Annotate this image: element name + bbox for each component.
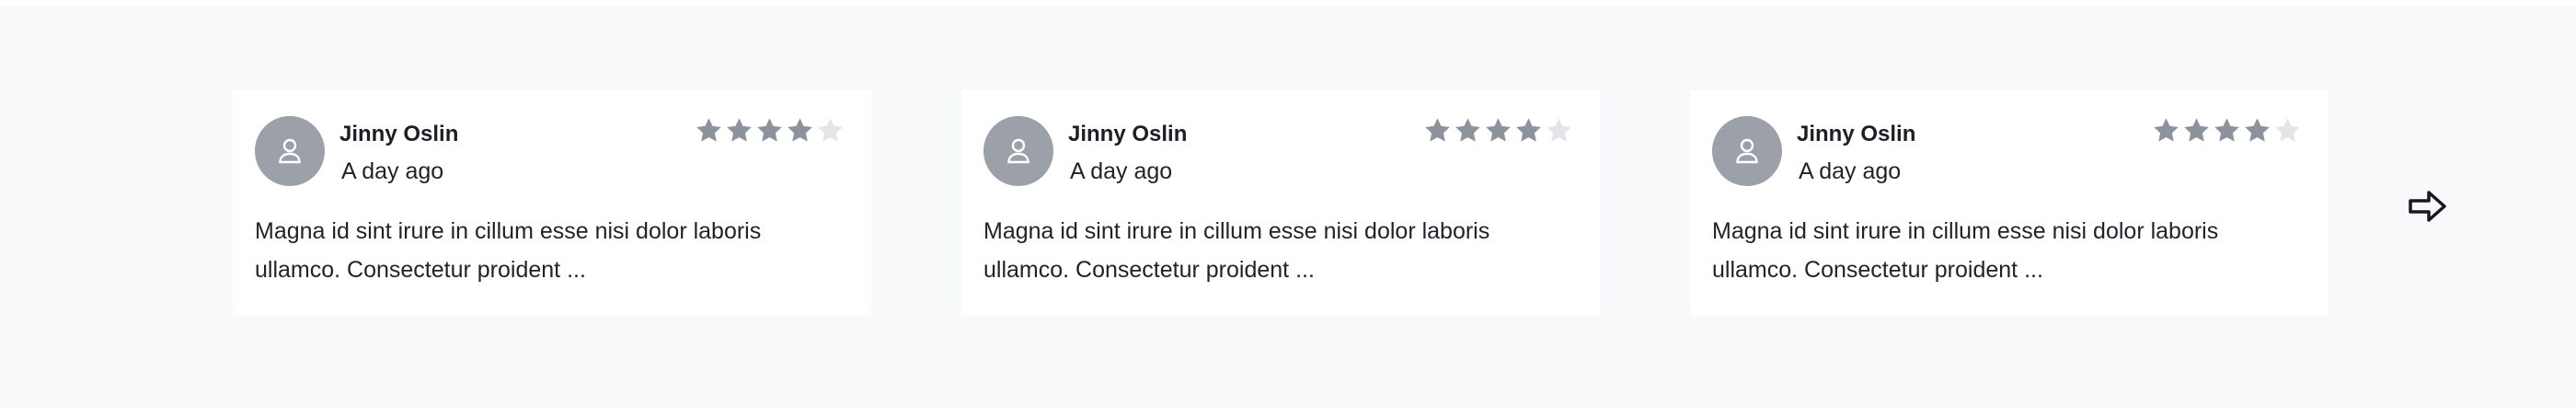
star-icon [2275,118,2300,142]
review-time: A day ago [1070,158,1173,184]
star-icon [2154,118,2179,142]
user-icon [1736,138,1758,164]
reviews-section: Jinny Oslin A day ago Magna id sint irur… [0,6,2576,408]
star-icon [2245,118,2270,142]
star-icon [727,118,752,142]
review-card: Jinny Oslin A day ago Magna id sint irur… [961,90,1600,315]
star-rating [695,116,845,145]
star-icon [818,118,843,142]
star-icon [2214,118,2239,142]
star-rating [2152,116,2302,145]
user-icon [1007,138,1029,164]
star-icon [1486,118,1511,142]
star-icon [1455,118,1480,142]
star-rating [1423,116,1573,145]
review-time: A day ago [1799,158,1902,184]
arrow-right-icon [2409,191,2446,222]
star-icon [2184,118,2209,142]
review-card: Jinny Oslin A day ago Magna id sint irur… [233,90,871,315]
user-icon [279,138,301,164]
avatar [255,116,325,186]
star-icon [1425,118,1450,142]
star-icon [1516,118,1541,142]
review-text: Magna id sint irure in cillum esse nisi … [1712,218,2219,283]
avatar [983,116,1053,186]
star-icon [757,118,782,142]
reviewer-name: Jinny Oslin [1797,122,1916,146]
star-icon [696,118,721,142]
next-button[interactable] [2405,183,2451,229]
review-text: Magna id sint irure in cillum esse nisi … [983,218,1490,283]
reviewer-name: Jinny Oslin [339,122,459,146]
star-icon [788,118,812,142]
star-icon [1547,118,1571,142]
reviewer-name: Jinny Oslin [1068,122,1188,146]
avatar [1712,116,1782,186]
review-time: A day ago [341,158,444,184]
review-card: Jinny Oslin A day ago Magna id sint irur… [1690,90,2329,315]
review-text: Magna id sint irure in cillum esse nisi … [255,218,762,283]
